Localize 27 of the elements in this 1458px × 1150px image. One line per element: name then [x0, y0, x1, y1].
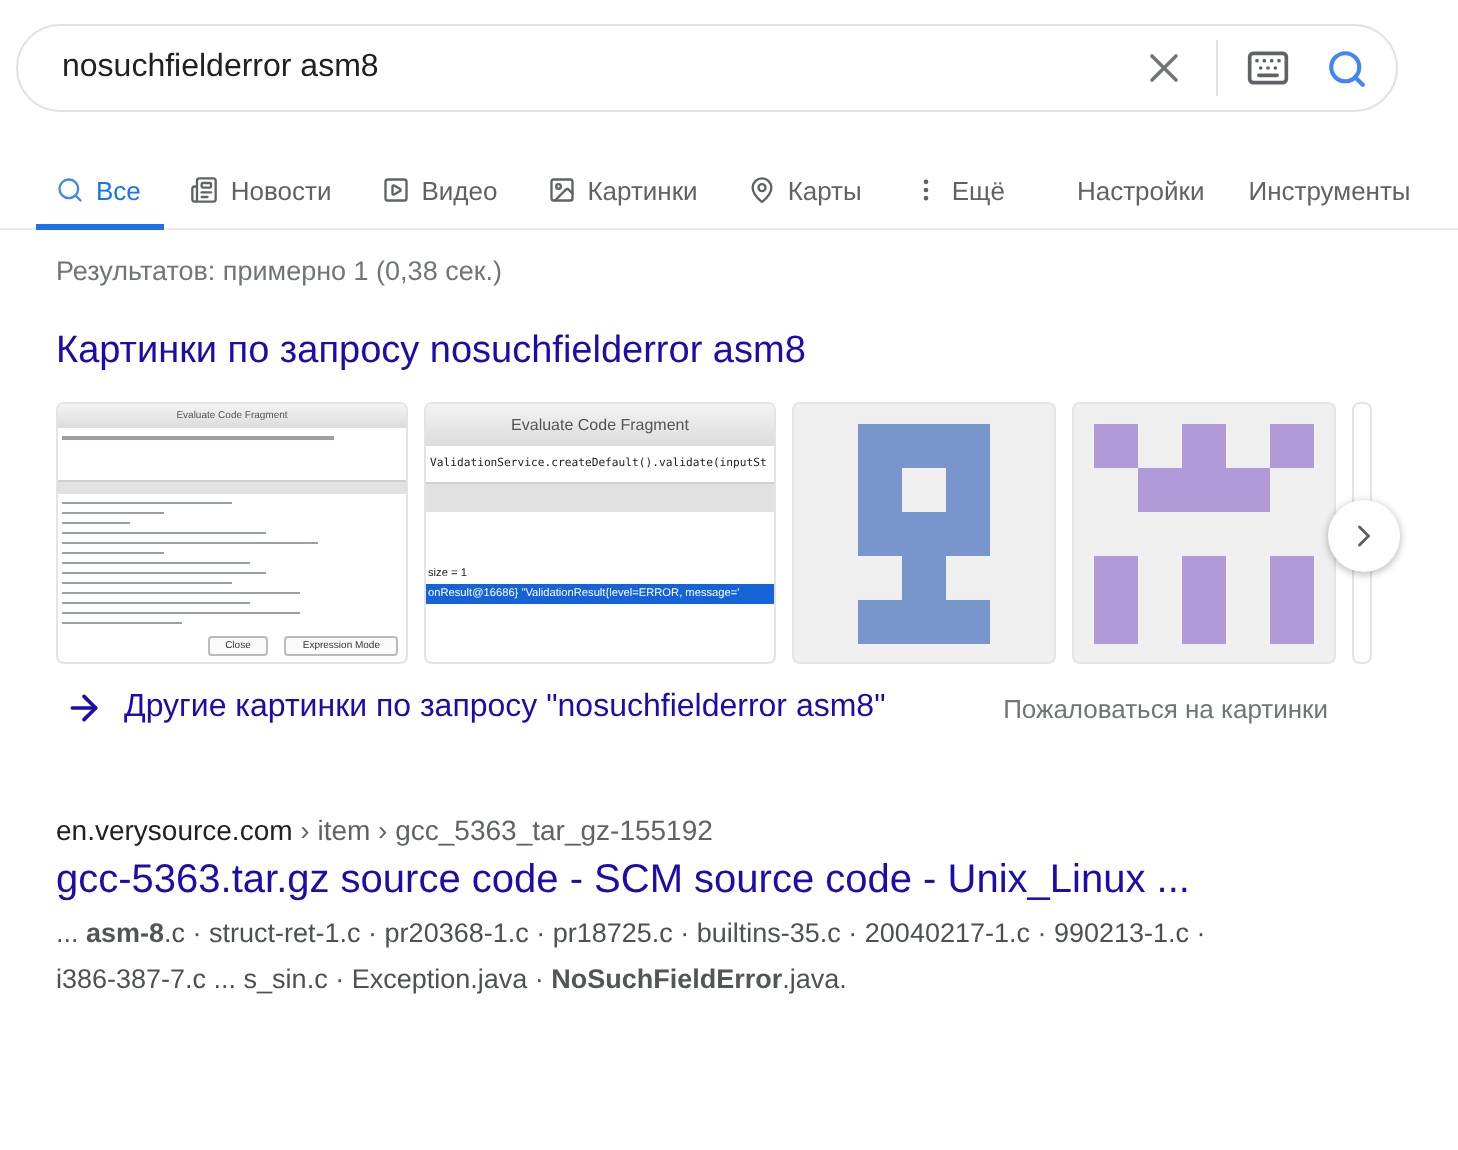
- search-icon: [56, 176, 84, 204]
- newspaper-icon: [190, 176, 219, 204]
- search-icon[interactable]: [1326, 47, 1368, 89]
- tool-link[interactable]: Настройки: [1076, 156, 1205, 224]
- result-stats: Результатов: примерно 1 (0,38 сек.): [56, 256, 504, 286]
- search-tab[interactable]: Видео: [361, 156, 522, 230]
- result-snippet: ... asm-8.c · struct-ret-1.c · pr20368-1.c · pr18725.c · builtins-35.c · 20040217-1.c · 990213-1.c · i386-387-7.c ... s_sin.c · Exception.java · NoSuchFieldError.java.: [56, 916, 1208, 998]
- report-link[interactable]: Пожаловаться на картинки: [1003, 693, 1328, 723]
- identicon-thumbnail[interactable]: [792, 402, 1056, 664]
- search-tab[interactable]: Новости: [170, 156, 356, 230]
- search-tab[interactable]: Картинки: [527, 156, 722, 230]
- map-pin-icon: [747, 176, 776, 204]
- window-title: Evaluate Code Fragment: [426, 404, 774, 446]
- images-heading[interactable]: Картинки по запросу nosuchfielderror asm8: [56, 330, 806, 374]
- identicon-thumbnail[interactable]: [1072, 402, 1336, 664]
- keyboard-icon[interactable]: [1246, 46, 1290, 90]
- search-query[interactable]: nosuchfielderror asm8: [58, 48, 1140, 88]
- search-tab[interactable]: Ещё: [891, 156, 1029, 230]
- play-icon: [381, 176, 410, 204]
- tool-link[interactable]: Инструменты: [1248, 156, 1411, 224]
- result-url: en.verysource.com › item › gcc_5363_tar_gz-155192: [56, 814, 715, 846]
- search-tab[interactable]: Все: [36, 156, 165, 230]
- more-images-link[interactable]: Другие картинки по запросу "nosuchfielderror asm8": [124, 690, 886, 726]
- search-box[interactable]: nosuchfielderror asm8: [16, 24, 1398, 112]
- image-icon: [547, 176, 576, 204]
- search-tab[interactable]: Карты: [727, 156, 886, 230]
- result-title[interactable]: gcc-5363.tar.gz source code - SCM source code - Unix_Linux ...: [56, 858, 1190, 904]
